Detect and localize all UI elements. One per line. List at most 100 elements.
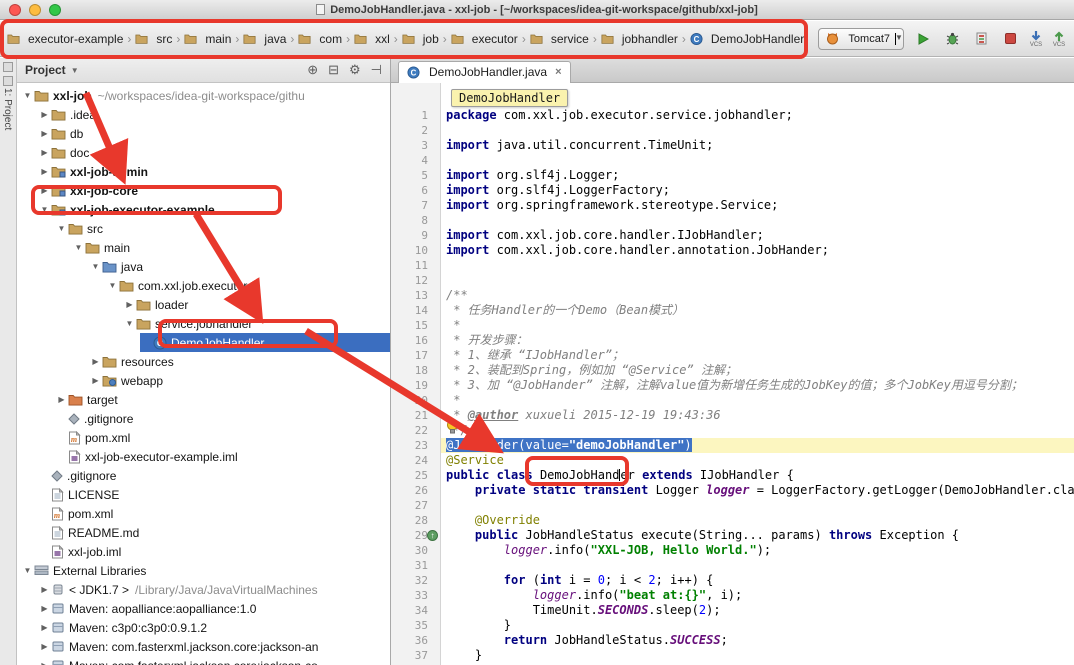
collapsed-arrow-icon[interactable]: ▶ (38, 604, 51, 613)
tree-item-service-jobhandler[interactable]: ▼service.jobhandler (17, 314, 390, 333)
tree-item-license[interactable]: LICENSE (17, 485, 390, 504)
code-line-11[interactable]: 11 (391, 258, 1074, 273)
code-line-9[interactable]: 9import com.xxl.job.core.handler.IJobHan… (391, 228, 1074, 243)
collapsed-arrow-icon[interactable]: ▶ (38, 623, 51, 632)
code-line-35[interactable]: 35 } (391, 618, 1074, 633)
tree-item-loader[interactable]: ▶loader (17, 295, 390, 314)
breadcrumb-item-main[interactable]: main (181, 30, 234, 48)
code-line-30[interactable]: 30 logger.info("XXL-JOB, Hello World."); (391, 543, 1074, 558)
collapsed-arrow-icon[interactable]: ▶ (38, 110, 51, 119)
tree-item-xxl-job-executor-example-iml[interactable]: xxl-job-executor-example.iml (17, 447, 390, 466)
code-line-24[interactable]: 24@Service (391, 453, 1074, 468)
collapsed-arrow-icon[interactable]: ▶ (38, 642, 51, 651)
tree-item-main[interactable]: ▼main (17, 238, 390, 257)
run-configuration-select[interactable]: Tomcat7 ▼ (818, 28, 904, 50)
code-line-10[interactable]: 10import com.xxl.job.core.handler.annota… (391, 243, 1074, 258)
code-line-18[interactable]: 18 * 2、装配到Spring，例如加 “@Service” 注解； (391, 363, 1074, 378)
stop-button[interactable] (1000, 29, 1020, 49)
tree-item-xxl-job-executor-example[interactable]: ▼xxl-job-executor-example (17, 200, 390, 219)
breadcrumb-item-job[interactable]: job (399, 30, 442, 48)
code-line-32[interactable]: 32 for (int i = 0; i < 2; i++) { (391, 573, 1074, 588)
code-line-16[interactable]: 16 * 开发步骤： (391, 333, 1074, 348)
collapsed-arrow-icon[interactable]: ▶ (38, 186, 51, 195)
code-line-20[interactable]: 20 * (391, 393, 1074, 408)
tree-item-target[interactable]: ▶target (17, 390, 390, 409)
collapsed-arrow-icon[interactable]: ▶ (89, 357, 102, 366)
expanded-arrow-icon[interactable]: ▼ (38, 205, 51, 214)
code-line-29[interactable]: 29 public JobHandleStatus execute(String… (391, 528, 1074, 543)
run-button[interactable] (913, 29, 933, 49)
tree-item-webapp[interactable]: ▶webapp (17, 371, 390, 390)
code-line-6[interactable]: 6import org.slf4j.LoggerFactory; (391, 183, 1074, 198)
expanded-arrow-icon[interactable]: ▼ (72, 243, 85, 252)
intention-bulb-icon[interactable] (446, 419, 459, 437)
collapsed-arrow-icon[interactable]: ▶ (38, 661, 51, 665)
code-line-21[interactable]: 21 * @author xuxueli 2015-12-19 19:43:36 (391, 408, 1074, 423)
tree-item-maven-com-fasterxml-jackson-core-jackson-an[interactable]: ▶Maven: com.fasterxml.jackson.core:jacks… (17, 637, 390, 656)
tree-item-external-libraries[interactable]: ▼External Libraries (17, 561, 390, 580)
breadcrumb-item-src[interactable]: src (132, 30, 175, 48)
tree-item-java[interactable]: ▼java (17, 257, 390, 276)
code-line-22[interactable]: 22 */ (391, 423, 1074, 438)
tree-item-xxl-job-iml[interactable]: xxl-job.iml (17, 542, 390, 561)
breadcrumb-item-executor-example[interactable]: executor-example (4, 30, 126, 48)
expanded-arrow-icon[interactable]: ▼ (21, 91, 34, 100)
tree-item-xxl-job-core[interactable]: ▶xxl-job-core (17, 181, 390, 200)
tree-item-maven-aopalliance-aopalliance-1-0[interactable]: ▶Maven: aopalliance:aopalliance:1.0 (17, 599, 390, 618)
code-line-27[interactable]: 27 (391, 498, 1074, 513)
tree-item-pom-xml[interactable]: mpom.xml (17, 428, 390, 447)
override-gutter-icon[interactable]: ↑ (427, 530, 438, 541)
tree-item-maven-com-fasterxml-jackson-core-jackson-co[interactable]: ▶Maven: com.fasterxml.jackson.core:jacks… (17, 656, 390, 665)
code-line-19[interactable]: 19 * 3、加 “@JobHander” 注解，注解value值为新增任务生成… (391, 378, 1074, 393)
tree-item-idea[interactable]: ▶.idea (17, 105, 390, 124)
run-with-coverage-button[interactable] (971, 29, 991, 49)
tab-close-icon[interactable]: × (555, 66, 561, 78)
debug-button[interactable] (942, 29, 962, 49)
tree-item-doc[interactable]: ▶doc (17, 143, 390, 162)
hide-panel-icon[interactable]: ⊣ (371, 62, 382, 78)
code-line-13[interactable]: 13/** (391, 288, 1074, 303)
tree-item-maven-c3p0-c3p0-0-9-1-2[interactable]: ▶Maven: c3p0:c3p0:0.9.1.2 (17, 618, 390, 637)
settings-gear-icon[interactable]: ⚙ (349, 62, 361, 78)
code-editor[interactable]: DemoJobHandler 1package com.xxl.job.exec… (391, 83, 1074, 665)
collapsed-arrow-icon[interactable]: ▶ (123, 300, 136, 309)
expanded-arrow-icon[interactable]: ▼ (106, 281, 119, 290)
code-line-2[interactable]: 2 (391, 123, 1074, 138)
breadcrumb-item-jobhandler[interactable]: jobhandler (598, 30, 681, 48)
breadcrumb-item-com[interactable]: com (295, 30, 345, 48)
code-line-31[interactable]: 31 (391, 558, 1074, 573)
collapsed-arrow-icon[interactable]: ▶ (38, 148, 51, 157)
tree-item-gitignore[interactable]: .gitignore (17, 409, 390, 428)
code-line-36[interactable]: 36 return JobHandleStatus.SUCCESS; (391, 633, 1074, 648)
breadcrumb-item-service[interactable]: service (527, 30, 592, 48)
code-line-1[interactable]: 1package com.xxl.job.executor.service.jo… (391, 108, 1074, 123)
code-line-12[interactable]: 12 (391, 273, 1074, 288)
code-line-34[interactable]: 34 TimeUnit.SECONDS.sleep(2); (391, 603, 1074, 618)
collapse-all-icon[interactable]: ⊟ (328, 62, 339, 78)
tree-item-demojobhandler[interactable]: CDemoJobHandler (17, 333, 390, 352)
tree-item-jdk1-7[interactable]: ▶< JDK1.7 >/Library/Java/JavaVirtualMach… (17, 580, 390, 599)
collapsed-arrow-icon[interactable]: ▶ (89, 376, 102, 385)
code-line-5[interactable]: 5import org.slf4j.Logger; (391, 168, 1074, 183)
expanded-arrow-icon[interactable]: ▼ (55, 224, 68, 233)
code-line-17[interactable]: 17 * 1、继承 “IJobHandler”； (391, 348, 1074, 363)
code-line-26[interactable]: 26 private static transient Logger logge… (391, 483, 1074, 498)
vcs-update-button[interactable]: VCS (1029, 30, 1043, 48)
tool-window-icon[interactable] (3, 62, 13, 72)
collapsed-arrow-icon[interactable]: ▶ (55, 395, 68, 404)
tree-item-db[interactable]: ▶db (17, 124, 390, 143)
tree-item-xxl-job[interactable]: ▼xxl-job~/workspaces/idea-git-workspace/… (17, 86, 390, 105)
tree-item-xxl-job-admin[interactable]: ▶xxl-job-admin (17, 162, 390, 181)
code-line-23[interactable]: 23@JobHander(value="demoJobHandler") (391, 438, 1074, 453)
code-line-28[interactable]: 28 @Override (391, 513, 1074, 528)
tree-item-com-xxl-job-executor[interactable]: ▼com.xxl.job.executor (17, 276, 390, 295)
tree-item-src[interactable]: ▼src (17, 219, 390, 238)
breadcrumb-item-executor[interactable]: executor (448, 30, 521, 48)
tab-demojobhandler[interactable]: C DemoJobHandler.java × (398, 61, 571, 83)
code-line-7[interactable]: 7import org.springframework.stereotype.S… (391, 198, 1074, 213)
tree-item-readme-md[interactable]: README.md (17, 523, 390, 542)
tree-item-resources[interactable]: ▶resources (17, 352, 390, 371)
collapsed-arrow-icon[interactable]: ▶ (38, 129, 51, 138)
tree-item-pom-xml[interactable]: mpom.xml (17, 504, 390, 523)
code-line-25[interactable]: 25public class DemoJobHander extends IJo… (391, 468, 1074, 483)
